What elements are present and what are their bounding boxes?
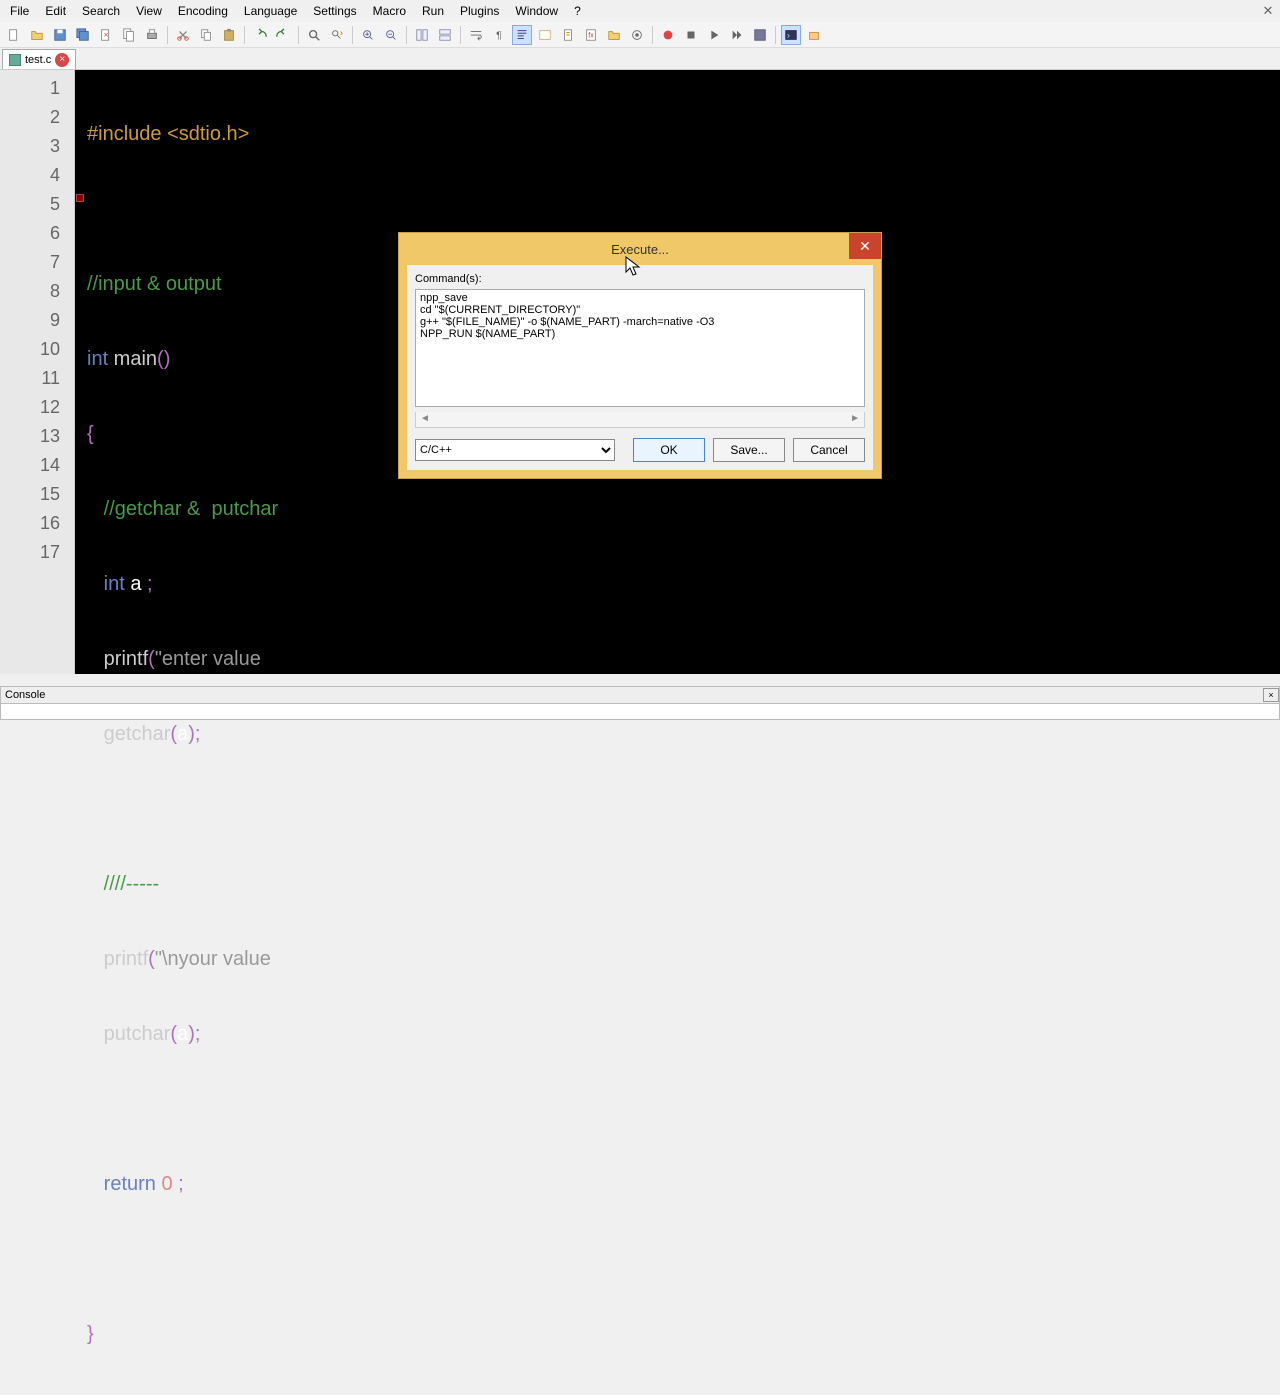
menu-file[interactable]: File bbox=[2, 2, 37, 20]
play-multi-icon[interactable] bbox=[727, 25, 747, 45]
open-file-icon[interactable] bbox=[27, 25, 47, 45]
sync-v-icon[interactable] bbox=[412, 25, 432, 45]
save-button[interactable]: Save... bbox=[713, 438, 785, 462]
undo-icon[interactable] bbox=[250, 25, 270, 45]
menu-encoding[interactable]: Encoding bbox=[170, 2, 236, 20]
console-icon[interactable] bbox=[781, 25, 801, 45]
svg-text:×: × bbox=[104, 30, 109, 39]
menu-language[interactable]: Language bbox=[236, 2, 305, 20]
dialog-title-text: Execute... bbox=[611, 242, 669, 257]
close-file-icon[interactable]: × bbox=[96, 25, 116, 45]
show-all-chars-icon[interactable]: ¶ bbox=[489, 25, 509, 45]
line-number-gutter: 1 2 3 4 5 6 7 8 9 10 11 12 13 14 15 16 1… bbox=[0, 70, 75, 674]
language-select[interactable]: C/C++ bbox=[415, 439, 615, 461]
menu-macro[interactable]: Macro bbox=[365, 2, 414, 20]
menu-plugins[interactable]: Plugins bbox=[452, 2, 507, 20]
mouse-cursor-icon bbox=[625, 256, 643, 278]
indent-guide-icon[interactable] bbox=[512, 25, 532, 45]
stop-icon[interactable] bbox=[681, 25, 701, 45]
record-icon[interactable] bbox=[658, 25, 678, 45]
tab-close-icon[interactable]: × bbox=[55, 53, 69, 67]
menu-edit[interactable]: Edit bbox=[37, 2, 74, 20]
zoom-in-icon[interactable] bbox=[358, 25, 378, 45]
menu-settings[interactable]: Settings bbox=[305, 2, 364, 20]
scroll-left-icon[interactable]: ◄ bbox=[420, 413, 430, 424]
paste-icon[interactable] bbox=[219, 25, 239, 45]
replace-icon[interactable] bbox=[327, 25, 347, 45]
menu-view[interactable]: View bbox=[128, 2, 170, 20]
console-header[interactable]: Console × bbox=[0, 686, 1280, 704]
fold-marker-icon[interactable] bbox=[76, 194, 84, 202]
ok-button[interactable]: OK bbox=[633, 438, 705, 462]
svg-text:fx: fx bbox=[588, 32, 594, 39]
menu-bar: File Edit Search View Encoding Language … bbox=[0, 0, 1280, 22]
console-close-icon[interactable]: × bbox=[1263, 688, 1279, 702]
func-list-icon[interactable]: fx bbox=[581, 25, 601, 45]
menu-search[interactable]: Search bbox=[74, 2, 128, 20]
copy-icon[interactable] bbox=[196, 25, 216, 45]
console-panel: Console × bbox=[0, 686, 1280, 720]
sync-h-icon[interactable] bbox=[435, 25, 455, 45]
plugin-icon[interactable] bbox=[804, 25, 824, 45]
toolbar: × ¶ fx bbox=[0, 22, 1280, 48]
folder-icon[interactable] bbox=[604, 25, 624, 45]
svg-text:¶: ¶ bbox=[496, 29, 502, 41]
dialog-close-button[interactable]: ✕ bbox=[849, 233, 881, 259]
menu-run[interactable]: Run bbox=[414, 2, 452, 20]
save-macro-icon[interactable] bbox=[750, 25, 770, 45]
cancel-button[interactable]: Cancel bbox=[793, 438, 865, 462]
save-all-icon[interactable] bbox=[73, 25, 93, 45]
tab-label: test.c bbox=[25, 54, 51, 66]
fold-column[interactable] bbox=[75, 70, 85, 674]
zoom-out-icon[interactable] bbox=[381, 25, 401, 45]
monitor-icon[interactable] bbox=[627, 25, 647, 45]
word-wrap-icon[interactable] bbox=[466, 25, 486, 45]
menu-help[interactable]: ? bbox=[566, 2, 589, 20]
close-all-icon[interactable] bbox=[119, 25, 139, 45]
console-title: Console bbox=[5, 689, 45, 701]
user-lang-icon[interactable] bbox=[535, 25, 555, 45]
textarea-hscrollbar[interactable]: ◄ ► bbox=[415, 412, 865, 428]
find-icon[interactable] bbox=[304, 25, 324, 45]
file-tab[interactable]: test.c × bbox=[2, 49, 76, 69]
console-body[interactable] bbox=[0, 704, 1280, 720]
scroll-right-icon[interactable]: ► bbox=[850, 413, 860, 424]
window-close-icon[interactable]: ✕ bbox=[1258, 3, 1278, 19]
menu-window[interactable]: Window bbox=[507, 2, 566, 20]
print-icon[interactable] bbox=[142, 25, 162, 45]
cut-icon[interactable] bbox=[173, 25, 193, 45]
commands-textarea[interactable] bbox=[415, 289, 865, 407]
new-file-icon[interactable] bbox=[4, 25, 24, 45]
doc-map-icon[interactable] bbox=[558, 25, 578, 45]
play-icon[interactable] bbox=[704, 25, 724, 45]
save-icon[interactable] bbox=[50, 25, 70, 45]
file-type-icon bbox=[9, 54, 21, 66]
redo-icon[interactable] bbox=[273, 25, 293, 45]
tab-bar: test.c × bbox=[0, 48, 1280, 70]
